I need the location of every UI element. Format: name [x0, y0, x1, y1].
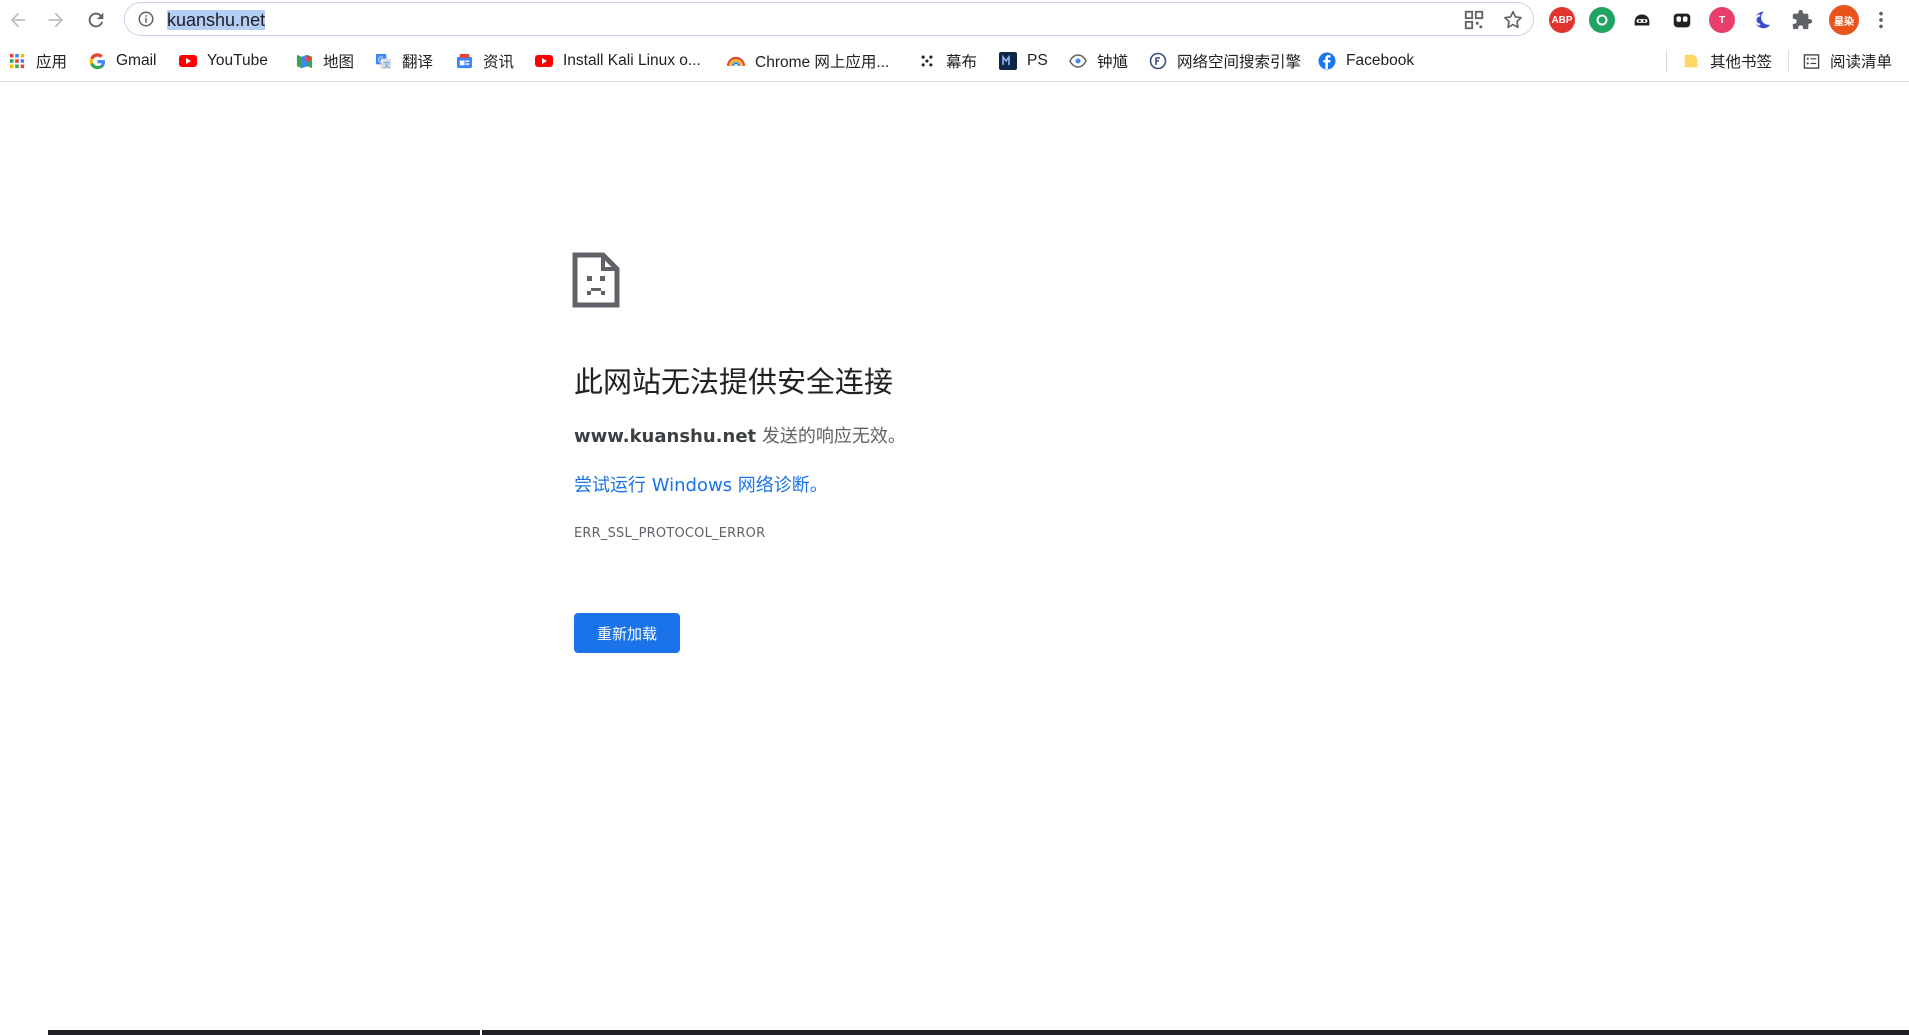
- translate-icon: G文: [374, 52, 392, 70]
- bookmark-ps[interactable]: PS: [999, 49, 1048, 73]
- google-g-icon: [88, 52, 106, 70]
- bookmark-chrome-store[interactable]: Chrome 网上应用...: [727, 49, 889, 73]
- bookmark-youtube[interactable]: YouTube: [179, 49, 268, 73]
- more-vert-icon: [1879, 11, 1883, 29]
- profile-avatar[interactable]: 星染: [1829, 5, 1859, 35]
- bookmarks-separator: [1788, 50, 1789, 72]
- mubu-icon: [918, 52, 936, 70]
- fofa-icon: [1149, 52, 1167, 70]
- rainbow-icon: [727, 52, 745, 70]
- reload-toolbar-button[interactable]: [80, 4, 112, 36]
- sad-document-icon: [572, 252, 620, 308]
- info-icon[interactable]: [137, 10, 155, 28]
- taskbar-edge-gap: [480, 1030, 482, 1035]
- apps-grid-icon: [8, 52, 26, 70]
- error-description: www.kuanshu.net 发送的响应无效。: [574, 424, 906, 450]
- svg-text:文: 文: [383, 60, 390, 69]
- t-extension-icon[interactable]: T: [1709, 7, 1735, 33]
- reading-list-button[interactable]: 阅读清单: [1802, 49, 1892, 73]
- youtube-icon: [535, 52, 553, 70]
- arrow-left-icon: [10, 12, 26, 28]
- bookmark-mubu[interactable]: 幕布: [918, 49, 977, 73]
- bookmark-news[interactable]: 资讯: [455, 49, 514, 73]
- arrow-right-icon: [48, 12, 64, 28]
- green-extension-icon[interactable]: [1589, 7, 1615, 33]
- bookmark-facebook[interactable]: Facebook: [1318, 49, 1414, 73]
- bookmark-fofa[interactable]: 网络空间搜索引擎: [1149, 49, 1301, 73]
- qr-code-icon[interactable]: [1463, 9, 1485, 31]
- forward-button[interactable]: [40, 4, 72, 36]
- refresh-icon: [88, 12, 104, 28]
- bookmark-gmail[interactable]: Gmail: [88, 49, 156, 73]
- error-description-text: 发送的响应无效。: [756, 426, 906, 447]
- facebook-icon: [1318, 52, 1336, 70]
- url-text[interactable]: kuanshu.net: [167, 9, 266, 31]
- reload-button[interactable]: 重新加载: [574, 613, 680, 653]
- reading-list-icon: [1802, 52, 1820, 70]
- ninja-extension-icon[interactable]: [1629, 7, 1655, 33]
- bookmark-maps[interactable]: 地图: [295, 49, 354, 73]
- youtube-icon: [179, 52, 197, 70]
- folder-icon: [1682, 52, 1700, 70]
- bookmark-zhongkui[interactable]: 钟馗: [1069, 49, 1128, 73]
- browser-toolbar: kuanshu.net ABP T 星染: [0, 0, 1909, 40]
- maps-icon: [295, 52, 313, 70]
- other-bookmarks-folder[interactable]: 其他书签: [1682, 49, 1772, 73]
- moon-extension-icon[interactable]: [1749, 7, 1775, 33]
- address-bar[interactable]: kuanshu.net: [124, 2, 1534, 36]
- back-button[interactable]: [2, 4, 34, 36]
- bookmark-apps[interactable]: 应用: [8, 49, 67, 73]
- bookmarks-separator: [1666, 50, 1667, 72]
- error-title: 此网站无法提供安全连接: [574, 365, 894, 399]
- error-domain: www.kuanshu.net: [574, 426, 757, 447]
- news-icon: [455, 52, 473, 70]
- eye-icon: [1069, 52, 1087, 70]
- bookmark-install-kali[interactable]: Install Kali Linux o...: [535, 49, 701, 73]
- network-diagnostics-link[interactable]: 尝试运行 Windows 网络诊断。: [574, 473, 828, 499]
- menu-button[interactable]: [1866, 4, 1896, 36]
- ps-icon: [999, 52, 1017, 70]
- adblock-extension-icon[interactable]: ABP: [1549, 7, 1575, 33]
- taskbar-edge: [48, 1030, 1909, 1035]
- puzzle-extensions-icon[interactable]: [1789, 7, 1815, 33]
- error-code: ERR_SSL_PROTOCOL_ERROR: [574, 526, 766, 541]
- star-icon[interactable]: [1502, 9, 1524, 31]
- bookmark-translate[interactable]: G文 翻译: [374, 49, 433, 73]
- mask-extension-icon[interactable]: [1669, 7, 1695, 33]
